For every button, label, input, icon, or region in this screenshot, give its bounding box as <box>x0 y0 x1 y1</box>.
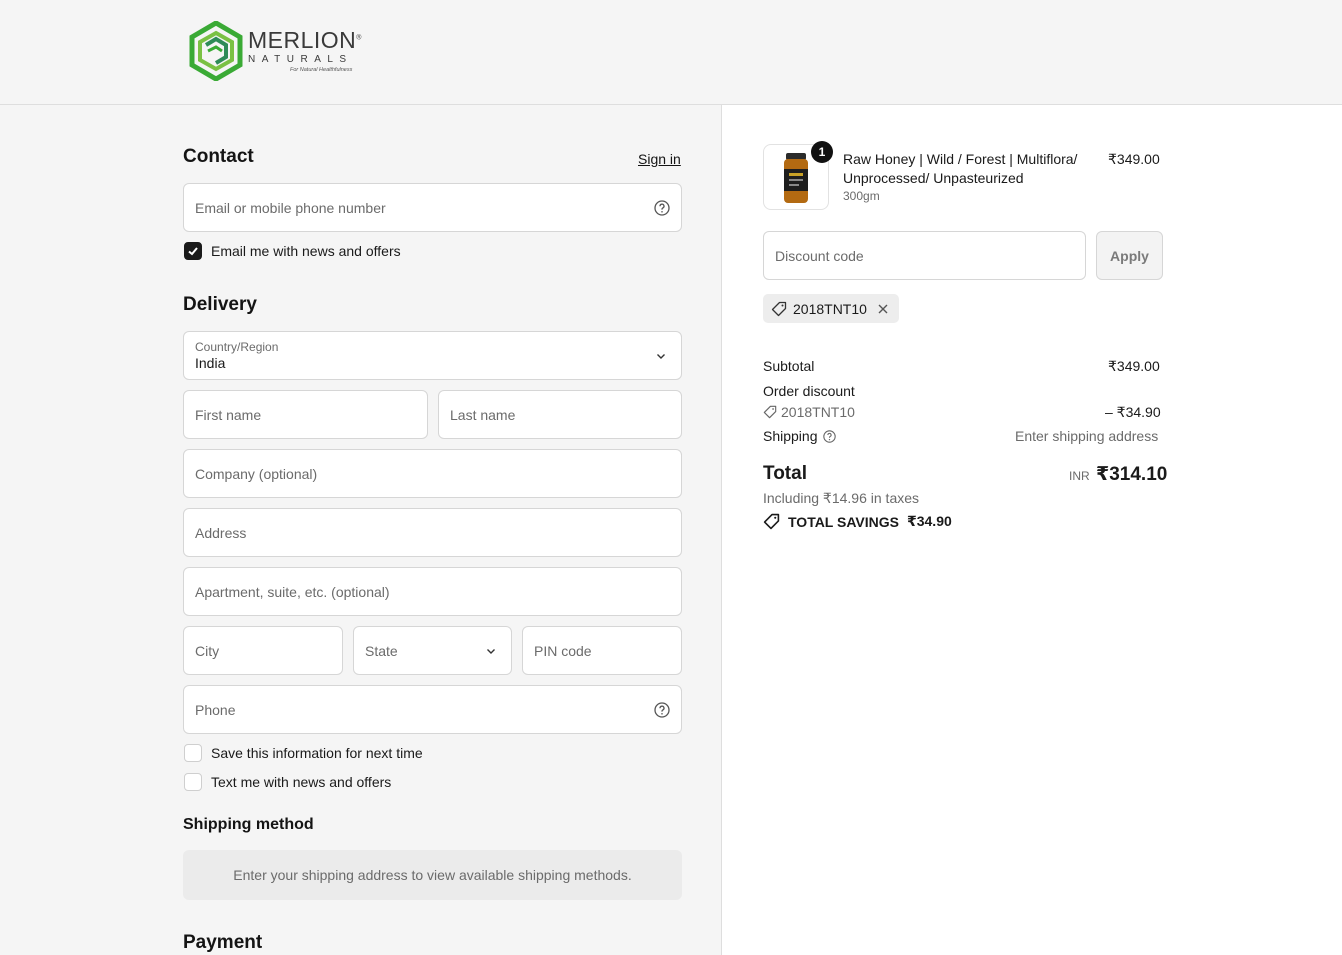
phone-placeholder: Phone <box>195 701 236 718</box>
brand-mark-icon <box>189 21 243 81</box>
order-discount-value: – ₹34.90 <box>1105 404 1161 420</box>
savings-value: ₹34.90 <box>906 513 952 529</box>
city-field[interactable]: City <box>183 626 343 675</box>
discount-code-placeholder: Discount code <box>775 247 864 264</box>
country-select[interactable]: Country/Region India <box>183 331 682 380</box>
quantity-badge: 1 <box>811 141 833 163</box>
shipping-label: Shipping <box>763 428 818 444</box>
discount-code-field[interactable]: Discount code <box>763 231 1086 280</box>
subtotal-label: Subtotal <box>763 358 815 374</box>
text-me-label: Text me with news and offers <box>211 774 392 790</box>
city-placeholder: City <box>195 642 220 659</box>
address-field[interactable]: Address <box>183 508 682 557</box>
country-label: Country/Region <box>195 340 279 354</box>
country-value: India <box>195 355 226 371</box>
save-info-label: Save this information for next time <box>211 745 423 761</box>
total-label: Total <box>763 463 807 484</box>
help-icon[interactable] <box>654 701 670 718</box>
merlion-logo[interactable]: MERLION® NATURALS For Natural Healthfuln… <box>188 20 378 82</box>
total-value: ₹314.10 <box>1096 464 1168 485</box>
close-icon[interactable] <box>877 303 889 315</box>
news-checkbox[interactable] <box>184 242 202 260</box>
last-name-field[interactable]: Last name <box>438 390 682 439</box>
last-name-placeholder: Last name <box>450 406 516 423</box>
pin-code-field[interactable]: PIN code <box>522 626 682 675</box>
company-field[interactable]: Company (optional) <box>183 449 682 498</box>
payment-title: Payment <box>183 932 263 953</box>
currency-code: INR <box>1069 469 1090 483</box>
pin-code-placeholder: PIN code <box>534 642 592 659</box>
product-name-line2: Unprocessed/ Unpasteurized <box>843 170 1024 186</box>
applied-discount-chip: 2018TNT10 <box>763 294 899 323</box>
savings-tag-icon <box>763 513 780 530</box>
applied-code: 2018TNT10 <box>793 300 867 317</box>
news-label: Email me with news and offers <box>211 243 401 259</box>
contact-title: Contact <box>183 146 254 167</box>
savings-label: TOTAL SAVINGS <box>788 513 899 530</box>
save-info-checkbox[interactable] <box>184 744 202 762</box>
product-name-line1: Raw Honey | Wild / Forest | Multiflora/ <box>843 151 1078 167</box>
help-icon[interactable] <box>822 429 836 443</box>
taxes-note: Including ₹14.96 in taxes <box>763 490 920 506</box>
email-field[interactable]: Email or mobile phone number <box>183 183 682 232</box>
reg-mark: ® <box>356 34 362 42</box>
check-icon <box>188 247 198 256</box>
order-discount-label: Order discount <box>763 383 855 399</box>
shipping-value: Enter shipping address <box>1015 428 1159 444</box>
order-discount-code: 2018TNT10 <box>763 404 855 420</box>
chevron-down-icon <box>657 353 665 359</box>
apartment-field[interactable]: Apartment, suite, etc. (optional) <box>183 567 682 616</box>
shipping-notice: Enter your shipping address to view avai… <box>183 850 682 900</box>
phone-field[interactable]: Phone <box>183 685 682 734</box>
product-price: ₹349.00 <box>1108 151 1160 167</box>
order-discount-code-text: 2018TNT10 <box>781 404 855 420</box>
brand-name: MERLION <box>248 26 357 53</box>
first-name-placeholder: First name <box>195 406 262 423</box>
brand-tagline: For Natural Healthfulness <box>290 66 353 73</box>
brand-sub: NATURALS <box>248 53 353 65</box>
sign-in-link[interactable]: Sign in <box>638 151 681 167</box>
total-savings: TOTAL SAVINGS ₹34.90 <box>763 513 952 530</box>
shipping-row-label: Shipping <box>763 428 836 444</box>
help-icon[interactable] <box>654 199 670 216</box>
tag-icon <box>771 301 787 316</box>
apply-button[interactable]: Apply <box>1096 231 1163 280</box>
chevron-down-icon <box>487 648 495 654</box>
text-me-checkbox[interactable] <box>184 773 202 791</box>
shipping-method-title: Shipping method <box>183 816 314 833</box>
state-placeholder: State <box>365 642 398 659</box>
header: MERLION® NATURALS For Natural Healthfuln… <box>0 0 1342 105</box>
tag-icon <box>763 405 777 419</box>
first-name-field[interactable]: First name <box>183 390 428 439</box>
delivery-title: Delivery <box>183 294 257 315</box>
company-placeholder: Company (optional) <box>195 465 318 482</box>
email-placeholder: Email or mobile phone number <box>195 199 386 216</box>
product-variant: 300gm <box>843 189 880 203</box>
apartment-placeholder: Apartment, suite, etc. (optional) <box>195 583 390 600</box>
state-select[interactable]: State <box>353 626 512 675</box>
address-placeholder: Address <box>195 524 247 541</box>
subtotal-value: ₹349.00 <box>1108 358 1160 374</box>
